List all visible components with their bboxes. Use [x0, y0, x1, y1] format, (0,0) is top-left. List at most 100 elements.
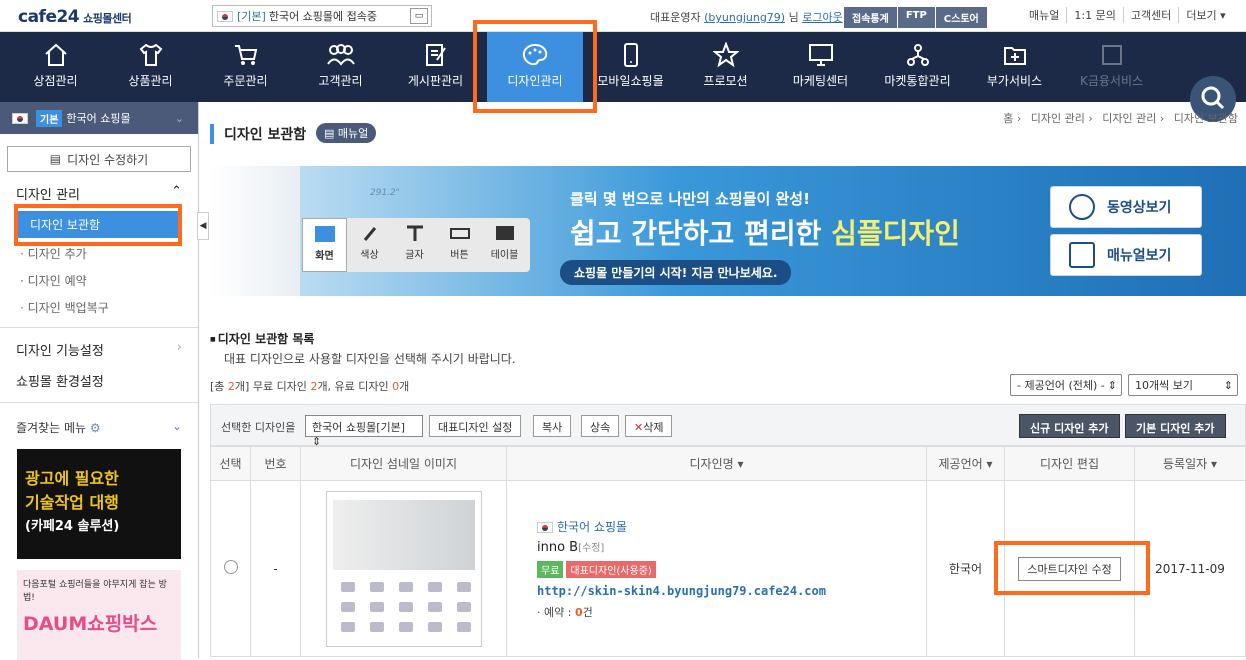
- col-select: 선택: [210, 446, 251, 481]
- support-link[interactable]: 고객센터: [1122, 7, 1178, 23]
- sidebar-item-reserve[interactable]: · 디자인 예약: [0, 267, 198, 294]
- nav-customers[interactable]: 고객관리: [293, 32, 388, 102]
- design-count: [총 2개] 무료 디자인 2개, 유료 디자인 0개: [210, 380, 410, 393]
- banner-headline: 쉽고 간단하고 편리한 심플디자인: [570, 217, 960, 250]
- inquiry-link[interactable]: 1:1 문의: [1066, 7, 1122, 23]
- main-design-badge: 대표디자인(사용중): [566, 560, 656, 578]
- tool-table: 테이블: [482, 218, 527, 272]
- col-edit: 디자인 편집: [1004, 446, 1135, 481]
- mobile-icon: [623, 43, 638, 67]
- ad-banner-tech[interactable]: 광고에 필요한 기술작업 대행 (카페24 솔루션): [17, 449, 181, 559]
- owner-id-link[interactable]: (byungjung79): [704, 11, 785, 24]
- divider: [0, 327, 198, 328]
- nav-marketing[interactable]: 마케팅센터: [773, 32, 868, 102]
- tool-screen: 화면: [302, 218, 347, 272]
- col-name[interactable]: 디자인명 ▾: [506, 446, 927, 481]
- breadcrumb-home[interactable]: 홈: [1003, 112, 1013, 125]
- nav-board[interactable]: 게시판관리: [388, 32, 483, 102]
- cstore-button[interactable]: C스토어: [935, 7, 988, 28]
- stats-button[interactable]: 접속통계: [844, 7, 898, 28]
- list-title: 디자인 보관함 목록: [210, 330, 315, 347]
- list-description: 대표 디자인으로 사용할 디자인을 선택해 주시기 바랍니다.: [224, 352, 516, 366]
- highlight-smart-edit: [994, 541, 1150, 595]
- cart-icon: [234, 45, 257, 65]
- shop-selector[interactable]: [기본] 한국어 쇼핑몰에 접속중 ▭: [212, 5, 432, 27]
- sidebar-group-features[interactable]: 디자인 기능설정 ›: [0, 334, 198, 365]
- nav-orders[interactable]: 주문관리: [198, 32, 293, 102]
- breadcrumb-item[interactable]: 디자인 관리: [1031, 112, 1085, 125]
- banner-headline-small: 클릭 몇 번으로 나만의 쇼핑몰이 완성!: [570, 190, 810, 208]
- gear-icon[interactable]: ⚙: [90, 421, 101, 435]
- owner-info: 대표운영자 (byungjung79) 님 로그아웃: [650, 11, 843, 24]
- add-basic-design-button[interactable]: 기본 디자인 추가: [1125, 414, 1226, 438]
- nav-mobile[interactable]: 모바일쇼핑몰: [583, 32, 678, 102]
- copy-button[interactable]: 복사: [533, 415, 572, 437]
- design-info-cell: 한국어 쇼핑몰 inno B[수정] 무료 대표디자인(사용중) http://s…: [506, 480, 927, 657]
- list-icon: ▤: [49, 152, 62, 166]
- korea-flag-icon: [12, 112, 28, 124]
- breadcrumb-item[interactable]: 디자인 관리: [1102, 112, 1156, 125]
- video-button[interactable]: 동영상보기: [1050, 186, 1202, 228]
- korea-flag-icon: [537, 521, 553, 533]
- design-shop[interactable]: 한국어 쇼핑몰: [537, 518, 926, 535]
- banner-subline: 쇼핑몰 만들기의 시작! 지금 만나보세요.: [560, 260, 792, 285]
- ad-banner-daum[interactable]: 다음포털 쇼핑러들을 야무지게 잡는 방법! DAUM쇼핑박스: [17, 570, 181, 660]
- measure-label: 291.2": [370, 188, 400, 198]
- updown-icon: ⇕: [1223, 378, 1233, 392]
- favorites-header[interactable]: 즐겨찾는 메뉴 ⚙ ⌄: [0, 409, 198, 446]
- ftp-button[interactable]: FTP: [897, 7, 936, 28]
- nav-store[interactable]: 상점관리: [8, 32, 103, 102]
- page-size-select[interactable]: 10개씩 보기 ⇕: [1128, 374, 1238, 396]
- col-lang[interactable]: 제공언어 ▾: [926, 446, 1005, 481]
- set-main-design-button[interactable]: 대표디자인 설정: [429, 415, 522, 437]
- design-thumbnail[interactable]: [325, 490, 482, 647]
- delete-button[interactable]: ✕삭제: [625, 415, 673, 437]
- nav-products[interactable]: 상품관리: [103, 32, 198, 102]
- breadcrumb-current: 디자인 보관함: [1173, 112, 1238, 125]
- sidebar-group-env[interactable]: 쇼핑몰 환경설정: [0, 365, 198, 396]
- inherit-button[interactable]: 상속: [581, 415, 620, 437]
- button-icon: [449, 228, 470, 239]
- star-icon: [712, 42, 739, 68]
- play-icon: [1069, 194, 1095, 220]
- cafe24-logo[interactable]: cafe24 쇼핑몰센터: [18, 7, 132, 27]
- design-edit-link[interactable]: [수정]: [578, 543, 604, 554]
- nav-market[interactable]: 마켓통합관리: [870, 32, 965, 102]
- design-url-link[interactable]: http://skin-skin4.byungjung79.cafe24.com: [537, 584, 926, 598]
- manual-view-button[interactable]: 매뉴얼보기: [1050, 234, 1202, 276]
- action-bar: 선택한 디자인을 한국어 쇼핑몰[기본] ⇕ 대표디자인 설정 복사 상속 ✕삭…: [210, 404, 1246, 448]
- nav-promotion[interactable]: 프로모션: [678, 32, 773, 102]
- manual-button[interactable]: ▤ 매뉴얼: [316, 123, 377, 143]
- manual-link[interactable]: 매뉴얼: [1022, 7, 1066, 23]
- reservation-info: · 예약 : 0건: [537, 605, 593, 619]
- design-name: inno B[수정]: [537, 539, 605, 555]
- updown-icon: ⇕: [1107, 378, 1117, 392]
- col-date[interactable]: 등록일자 ▾: [1134, 446, 1246, 481]
- target-shop-select[interactable]: 한국어 쇼핑몰[기본] ⇕: [305, 415, 423, 448]
- logout-link[interactable]: 로그아웃: [802, 11, 842, 24]
- monitor-icon[interactable]: ▭: [410, 8, 428, 24]
- sidebar-item-backup[interactable]: · 디자인 백업복구: [0, 294, 198, 321]
- promo-banner: 291.2" 화면 색상 글자 버튼 테이블 클릭 몇 번으로 나만의 쇼핑몰이…: [210, 166, 1246, 296]
- top-links: 매뉴얼 1:1 문의 고객센터 더보기 ▾: [1022, 7, 1233, 23]
- table-icon: [495, 226, 514, 240]
- add-new-design-button[interactable]: 신규 디자인 추가: [1019, 414, 1120, 438]
- more-link[interactable]: 더보기 ▾: [1178, 7, 1232, 23]
- users-icon: [326, 44, 355, 66]
- chevron-down-icon: ⌄: [171, 419, 182, 433]
- nav-addon[interactable]: 부가서비스: [967, 32, 1062, 102]
- design-language: 한국어: [926, 480, 1005, 657]
- design-edit-button[interactable]: ▤ 디자인 수정하기: [7, 146, 191, 172]
- chevron-down-icon: ⌄: [174, 111, 184, 125]
- network-icon: [906, 44, 929, 66]
- sidebar-shop-header[interactable]: 기본 한국어 쇼핑몰 ⌄: [0, 102, 198, 134]
- curtain-image: [210, 166, 300, 296]
- sidebar-collapse-button[interactable]: ◀: [197, 212, 209, 240]
- sidebar: 기본 한국어 쇼핑몰 ⌄ ▤ 디자인 수정하기 디자인 관리 ⌃ 디자인 보관함 ·…: [0, 102, 199, 660]
- nav-finance[interactable]: K금융서비스: [1064, 32, 1159, 102]
- finance-icon: [1101, 45, 1122, 65]
- language-filter-select[interactable]: - 제공언어 (전체) - ⇕: [1010, 374, 1122, 396]
- top-bar: cafe24 쇼핑몰센터 [기본] 한국어 쇼핑몰에 접속중 ▭ 대표운영자 (b…: [0, 0, 1246, 32]
- row-radio[interactable]: [223, 560, 238, 574]
- text-icon: [406, 225, 423, 241]
